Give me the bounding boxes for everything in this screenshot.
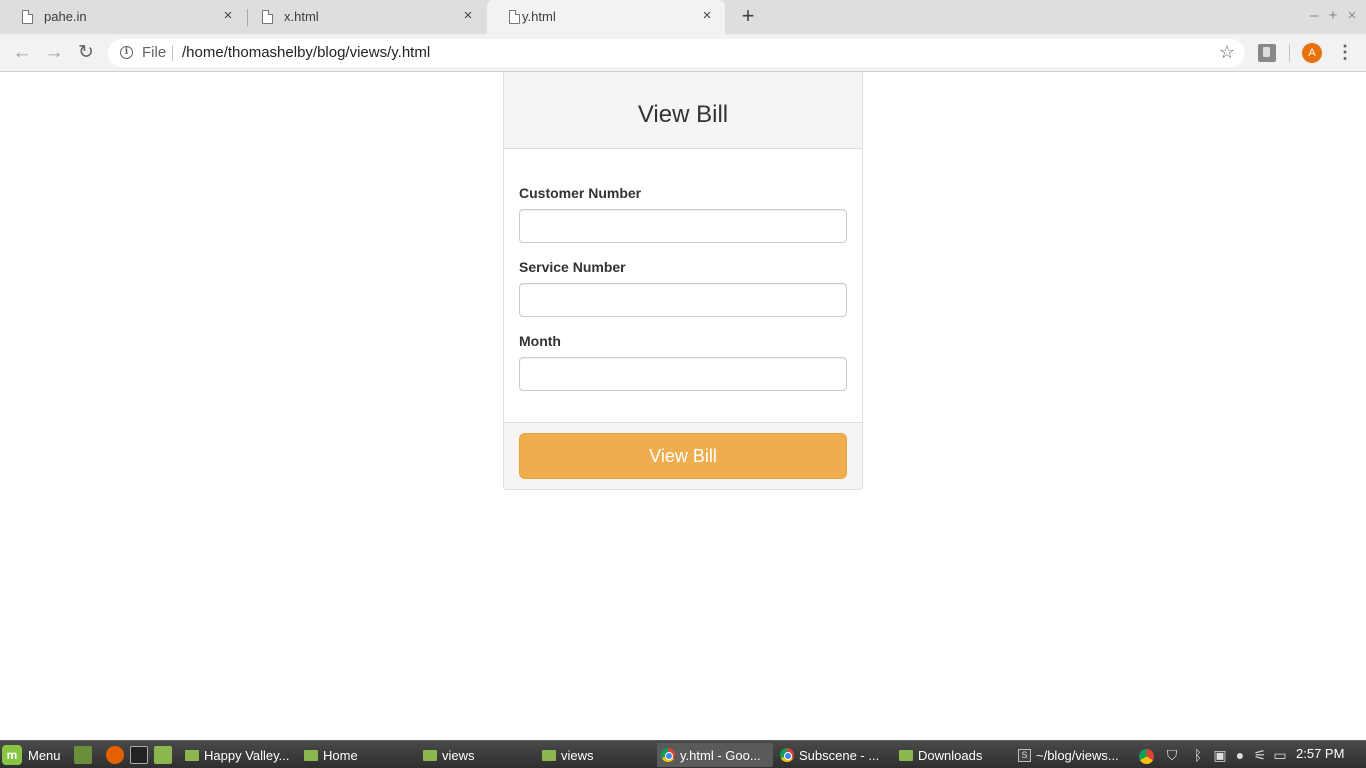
files-icon[interactable]	[154, 746, 172, 764]
back-button[interactable]: ←	[10, 41, 34, 65]
panel-footer: View Bill	[504, 422, 862, 489]
reload-button[interactable]: ↻	[74, 41, 98, 65]
chrome-tray-icon[interactable]	[1138, 746, 1154, 764]
browser-menu-icon[interactable]: ⋮	[1335, 40, 1355, 64]
month-input[interactable]	[519, 357, 847, 391]
folder-icon	[304, 749, 318, 761]
chrome-icon	[780, 748, 794, 762]
panel-heading: View Bill	[504, 72, 862, 149]
customer-number-input[interactable]	[519, 209, 847, 243]
shield-icon[interactable]: ⛉	[1164, 746, 1180, 764]
task-label: Downloads	[918, 747, 983, 763]
panel-body: Customer Number Service Number Month	[504, 149, 862, 422]
toolbar-divider	[1289, 44, 1290, 62]
page-title: View Bill	[637, 101, 729, 128]
task-label: Happy Valley...	[204, 747, 290, 763]
bookmark-star-icon[interactable]: ☆	[1219, 42, 1235, 63]
browser-toolbar: ← → ↻ i File /home/thomashelby/blog/view…	[0, 34, 1366, 72]
month-group: Month	[519, 333, 847, 391]
folder-icon	[423, 749, 437, 761]
page-icon	[262, 10, 273, 24]
tab-title: x.html	[284, 9, 319, 24]
extension-icon[interactable]	[1258, 44, 1276, 62]
service-number-input[interactable]	[519, 283, 847, 317]
address-bar[interactable]: i File /home/thomashelby/blog/views/y.ht…	[108, 39, 1245, 67]
task-label: views	[442, 747, 475, 763]
task-home[interactable]: Home	[300, 743, 416, 767]
tab-title: y.html	[522, 9, 556, 24]
network-icon[interactable]: ⚟	[1252, 746, 1268, 764]
task-label: y.html - Goo...	[680, 747, 761, 763]
folder-icon	[542, 749, 556, 761]
close-window-button[interactable]: ×	[1344, 6, 1360, 26]
month-label: Month	[519, 333, 561, 349]
clock[interactable]: 2:57 PM	[1296, 746, 1344, 761]
bluetooth-icon[interactable]: ᛒ	[1190, 746, 1206, 764]
taskbar: m Menu Happy Valley... Home views views …	[0, 740, 1366, 768]
profile-avatar[interactable]: A	[1302, 43, 1322, 63]
task-label: views	[561, 747, 594, 763]
customer-number-group: Customer Number	[519, 185, 847, 243]
url-text[interactable]: /home/thomashelby/blog/views/y.html	[182, 44, 430, 61]
update-icon[interactable]: ▣	[1212, 746, 1228, 764]
customer-number-label: Customer Number	[519, 185, 642, 201]
firefox-icon[interactable]	[106, 746, 124, 764]
service-number-group: Service Number	[519, 259, 847, 317]
task-views-1[interactable]: views	[419, 743, 535, 767]
task-downloads[interactable]: Downloads	[895, 743, 1011, 767]
task-views-2[interactable]: views	[538, 743, 654, 767]
new-tab-button[interactable]: +	[736, 5, 760, 29]
folder-icon	[185, 749, 199, 761]
info-icon[interactable]: i	[120, 46, 133, 59]
task-label: ~/blog/views...	[1036, 747, 1119, 763]
user-icon[interactable]: ●	[1232, 746, 1248, 764]
sublime-icon: S	[1018, 748, 1031, 762]
menu-label: Menu	[28, 747, 61, 763]
close-icon[interactable]: ×	[218, 6, 238, 26]
chrome-icon	[661, 748, 675, 762]
address-separator	[172, 45, 173, 61]
folder-icon	[899, 749, 913, 761]
task-subscene-chrome[interactable]: Subscene - ...	[776, 743, 892, 767]
scheme-label: File	[142, 44, 167, 61]
maximize-button[interactable]: +	[1325, 6, 1341, 26]
view-bill-panel: View Bill Customer Number Service Number…	[503, 72, 863, 490]
page-icon	[22, 10, 33, 24]
tab-strip: pahe.in × x.html × y.html × + – + ×	[0, 0, 1366, 34]
service-number-label: Service Number	[519, 259, 626, 275]
tab-y-html[interactable]: y.html ×	[487, 0, 725, 34]
view-bill-button[interactable]: View Bill	[519, 433, 847, 479]
task-y-html-chrome[interactable]: y.html - Goo...	[657, 743, 773, 767]
show-desktop-icon[interactable]	[74, 746, 92, 764]
task-label: Home	[323, 747, 358, 763]
tab-x-html[interactable]: x.html ×	[240, 0, 486, 34]
close-icon[interactable]: ×	[697, 6, 717, 26]
terminal-icon[interactable]	[130, 746, 148, 764]
task-label: Subscene - ...	[799, 747, 880, 763]
task-happy-valley[interactable]: Happy Valley...	[181, 743, 297, 767]
forward-button[interactable]: →	[42, 41, 66, 65]
battery-icon[interactable]: ▭	[1272, 746, 1288, 764]
task-sublime[interactable]: S ~/blog/views...	[1014, 743, 1132, 767]
close-icon[interactable]: ×	[458, 6, 478, 26]
mint-logo-icon: m	[2, 745, 22, 765]
tab-pahe[interactable]: pahe.in ×	[0, 0, 246, 34]
tab-title: pahe.in	[44, 9, 87, 24]
minimize-button[interactable]: –	[1306, 6, 1322, 26]
start-menu-button[interactable]: m Menu	[2, 743, 61, 767]
page-icon	[509, 10, 520, 24]
